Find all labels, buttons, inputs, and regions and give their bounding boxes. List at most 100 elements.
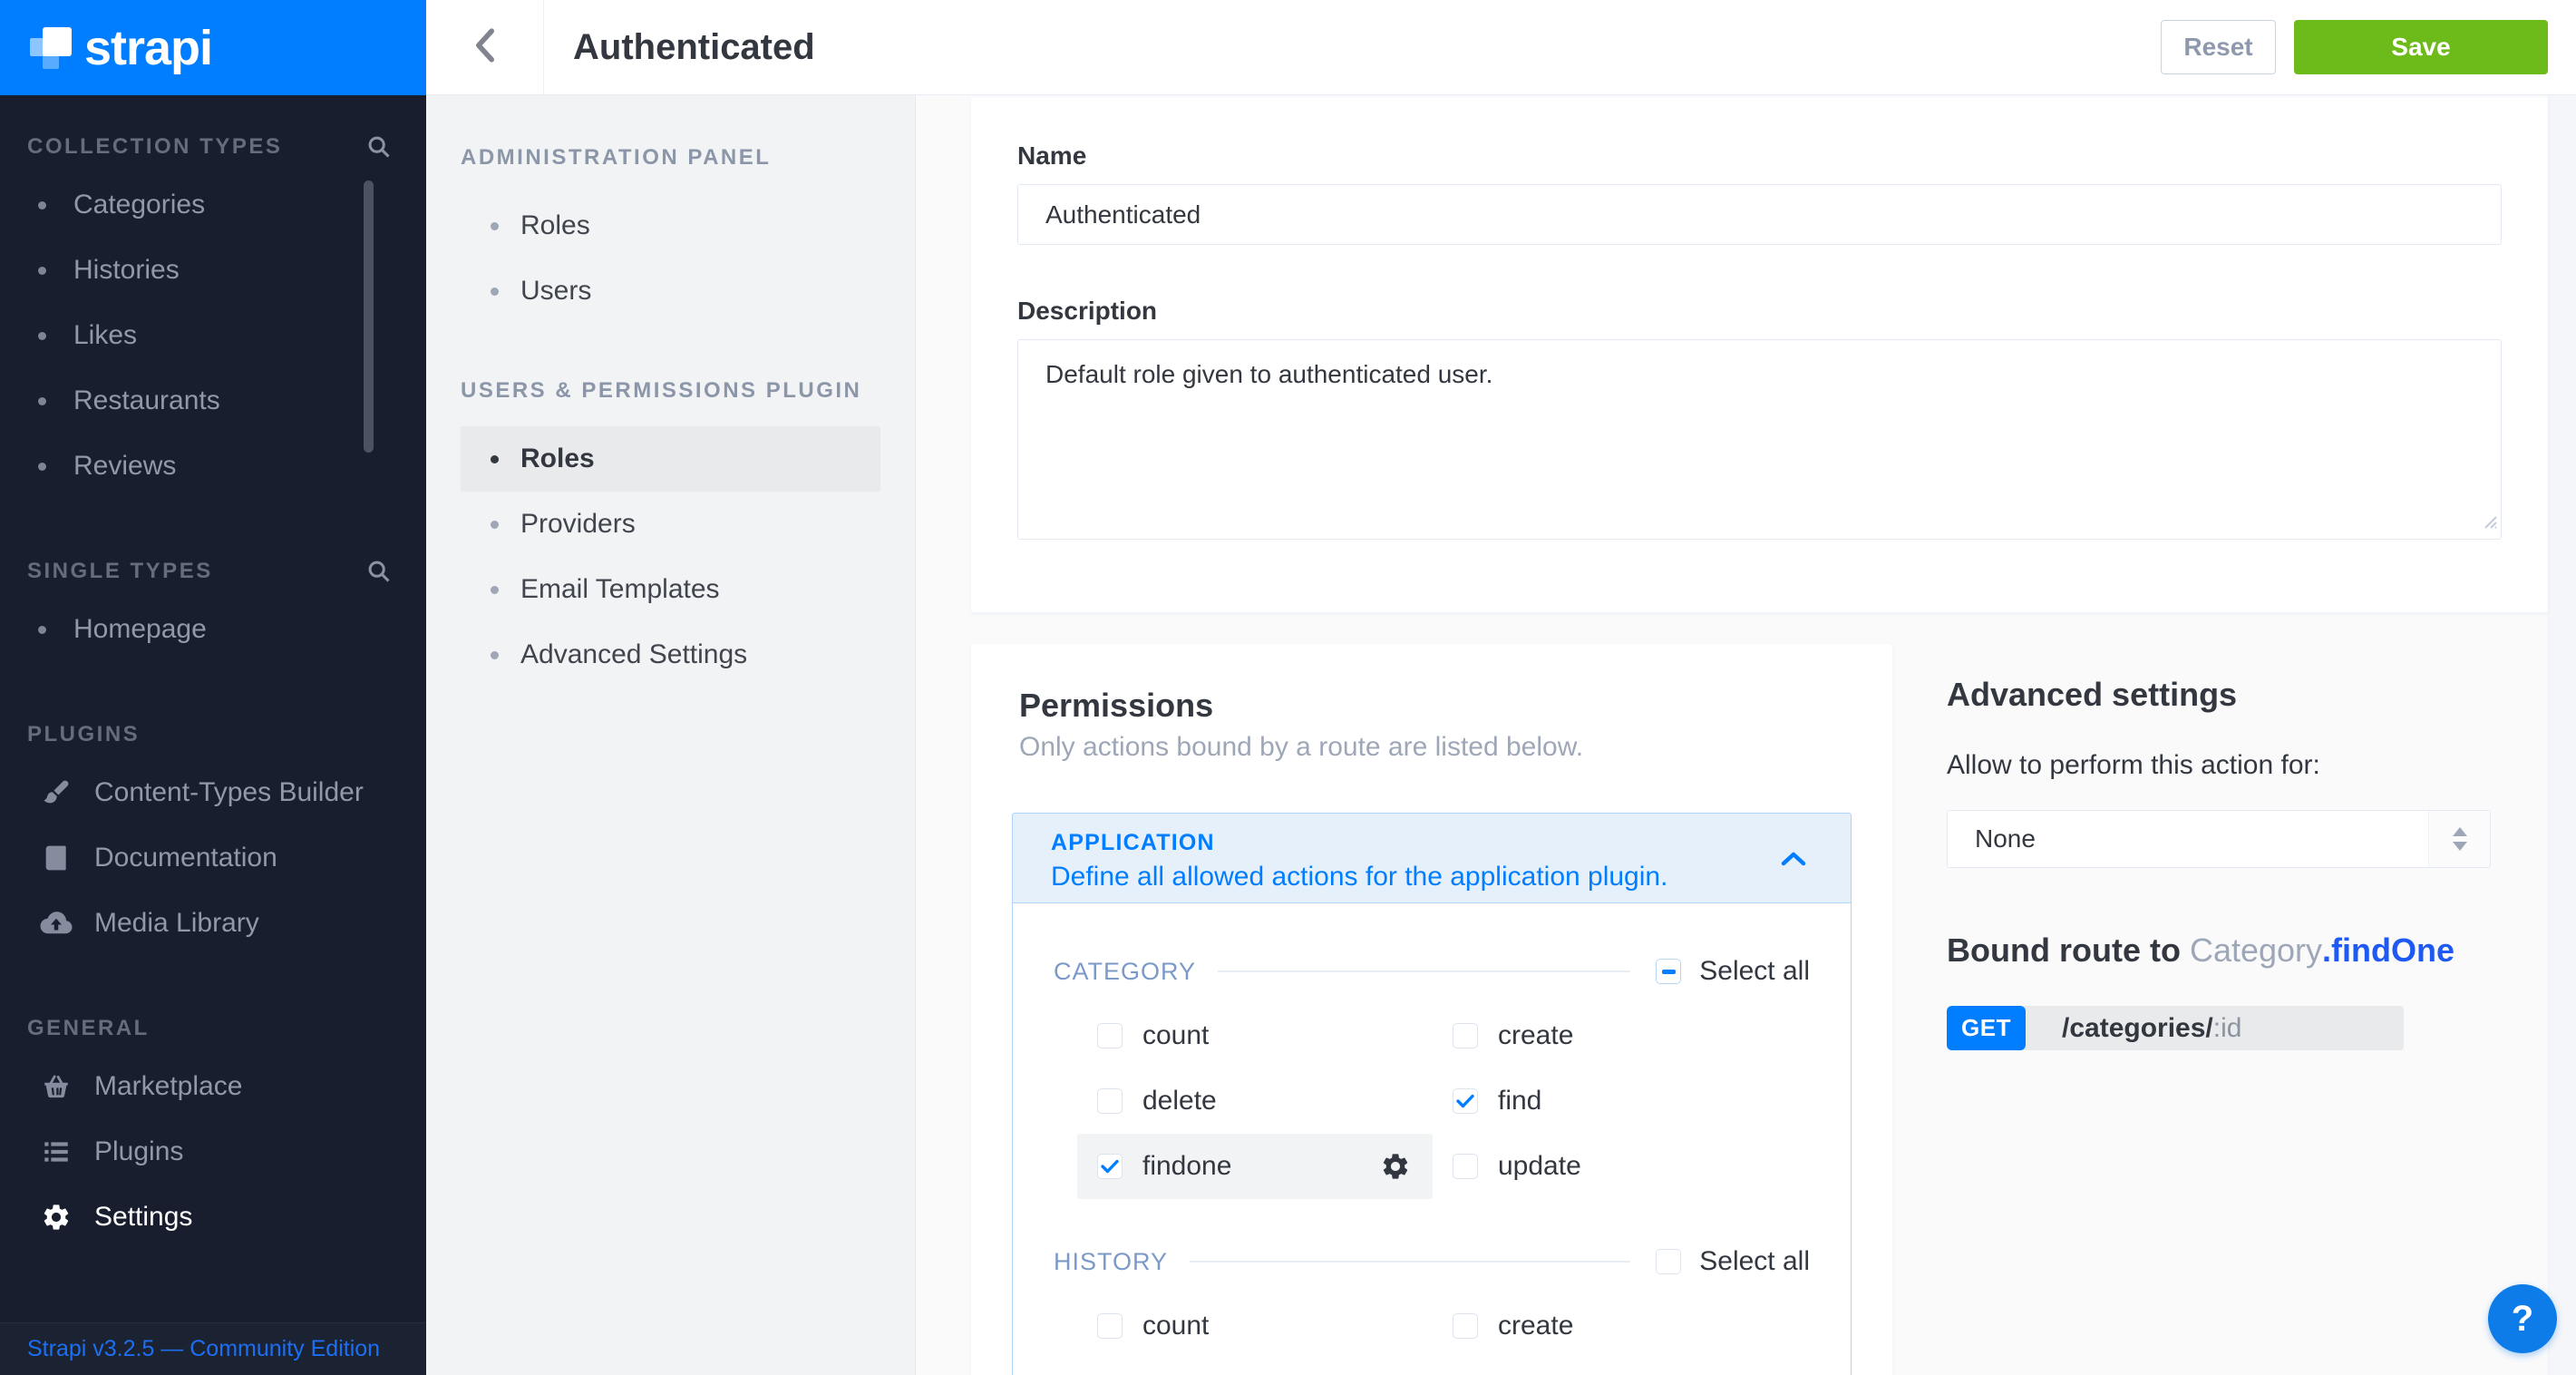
permission-delete[interactable]: delete [1077,1068,1433,1134]
single-types-heading: SINGLE TYPES [27,559,213,584]
resize-grip-icon[interactable] [2482,513,2498,534]
name-input[interactable] [1017,184,2502,245]
permission-create[interactable]: create [1433,1003,1788,1068]
subnav-item-admin-roles[interactable]: Roles [461,193,880,258]
paintbrush-icon [38,777,74,808]
name-label: Name [1017,141,1086,170]
policy-select-value: None [1975,824,2036,853]
checkbox-unchecked[interactable] [1453,1313,1478,1339]
permissions-subtitle: Only actions bound by a route are listed… [1019,732,1852,763]
subnav-item-email-templates[interactable]: Email Templates [461,557,880,622]
advanced-settings-title: Advanced settings [1947,676,2527,714]
permissions-card: Permissions Only actions bound by a rout… [971,644,1892,1375]
sidebar-item-histories[interactable]: Histories [0,238,426,303]
checkbox-unchecked[interactable] [1656,1249,1681,1274]
history-group-name: HISTORY [1054,1248,1168,1276]
subnav-item-providers[interactable]: Providers [461,492,880,557]
permission-history-count[interactable]: count [1077,1293,1433,1359]
bullet-icon [38,201,46,210]
search-icon[interactable] [366,559,392,584]
section-collection-types: COLLECTION TYPES Categories Histories Li… [0,134,426,499]
bound-route-row: GET /categories/:id [1947,1006,2404,1050]
sidebar-item-reviews[interactable]: Reviews [0,434,426,499]
sidebar-item-likes[interactable]: Likes [0,303,426,368]
history-select-all[interactable]: Select all [1656,1246,1810,1277]
section-plugins: PLUGINS Content-Types Builder Documentat… [0,722,426,956]
route-path: /categories/ [2062,1013,2213,1044]
checkbox-unchecked[interactable] [1097,1088,1123,1114]
permissions-title: Permissions [1019,687,1852,725]
page-header: Authenticated Reset Save [426,0,2576,95]
checkbox-checked[interactable] [1453,1088,1478,1114]
subnav-item-advanced-settings[interactable]: Advanced Settings [461,622,880,688]
collection-list-scrollbar[interactable] [364,180,374,453]
chevron-left-icon [471,27,499,68]
users-permissions-heading: USERS & PERMISSIONS PLUGIN [426,378,915,404]
category-group-name: CATEGORY [1054,958,1196,986]
advanced-settings-panel: Advanced settings Allow to perform this … [1947,676,2527,1050]
permission-settings-gear-icon[interactable] [1380,1151,1411,1186]
sidebar-item-media-library[interactable]: Media Library [0,891,426,956]
help-button[interactable]: ? [2488,1284,2557,1353]
checkbox-unchecked[interactable] [1097,1313,1123,1339]
page-title: Authenticated [573,27,815,68]
permission-findone[interactable]: findone [1077,1134,1433,1199]
strapi-version-link[interactable]: Strapi v3.2.5 — Community Edition [27,1336,380,1362]
bullet-icon [38,463,46,471]
permission-count[interactable]: count [1077,1003,1433,1068]
bullet-icon [38,267,46,275]
divider [1190,1261,1630,1263]
reset-button[interactable]: Reset [2161,20,2276,74]
checkbox-checked[interactable] [1097,1154,1123,1179]
sidebar-item-settings[interactable]: Settings [0,1185,426,1250]
bullet-icon [491,455,499,463]
permission-find[interactable]: find [1433,1068,1788,1134]
save-button[interactable]: Save [2294,20,2548,74]
sidebar-item-marketplace[interactable]: Marketplace [0,1054,426,1119]
collection-types-heading: COLLECTION TYPES [27,134,282,160]
general-heading: GENERAL [27,1016,150,1041]
permission-history-create[interactable]: create [1433,1293,1788,1359]
checkbox-unchecked[interactable] [1097,1023,1123,1048]
search-icon[interactable] [366,134,392,160]
category-group-header: CATEGORY Select all [1054,951,1810,992]
back-button[interactable] [426,0,544,94]
section-single-types: SINGLE TYPES Homepage [0,559,426,662]
book-icon [38,844,74,873]
checkbox-unchecked[interactable] [1453,1154,1478,1179]
bound-route-heading: Bound route to Category.findOne [1947,931,2527,970]
sidebar-item-restaurants[interactable]: Restaurants [0,368,426,434]
indeterminate-checkbox[interactable] [1656,959,1681,984]
bound-controller: Category [2190,931,2322,969]
history-group-header: HISTORY Select all [1054,1241,1810,1282]
sidebar-item-documentation[interactable]: Documentation [0,825,426,891]
role-form-card: Name Description Default role given to a… [971,97,2548,612]
sidebar-item-plugins[interactable]: Plugins [0,1119,426,1185]
route-param: :id [2213,1013,2242,1044]
administration-panel-heading: ADMINISTRATION PANEL [426,145,915,171]
allow-action-label: Allow to perform this action for: [1947,750,2527,781]
primary-sidebar: strapi COLLECTION TYPES Categories Histo… [0,0,426,1375]
policy-select[interactable]: None [1947,810,2491,868]
sidebar-item-homepage[interactable]: Homepage [0,597,426,662]
history-permissions-grid: count create [1077,1293,1810,1359]
permission-update[interactable]: update [1433,1134,1788,1199]
bullet-icon [38,626,46,634]
bound-action: .findOne [2322,931,2454,969]
sidebar-item-content-types-builder[interactable]: Content-Types Builder [0,760,426,825]
divider [1218,970,1630,972]
application-accordion-header[interactable]: APPLICATION Define all allowed actions f… [1012,813,1852,903]
checkbox-unchecked[interactable] [1453,1023,1478,1048]
gear-icon [38,1202,74,1233]
bullet-icon [491,222,499,230]
description-textarea[interactable]: Default role given to authenticated user… [1017,339,2502,540]
category-permissions-grid: count create delete find [1077,1003,1810,1199]
sidebar-item-categories[interactable]: Categories [0,172,426,238]
category-select-all[interactable]: Select all [1656,956,1810,987]
subnav-item-roles[interactable]: Roles [461,426,880,492]
main-scrollbar-track[interactable] [2548,95,2576,1375]
bullet-icon [491,586,499,594]
subnav-item-admin-users[interactable]: Users [461,258,880,324]
bullet-icon [491,288,499,296]
strapi-logo[interactable]: strapi [0,0,426,95]
